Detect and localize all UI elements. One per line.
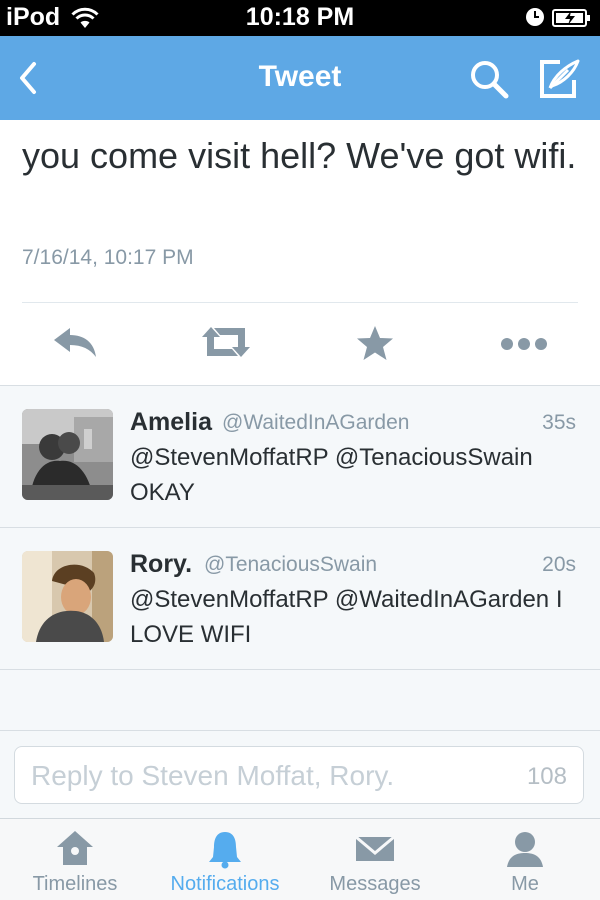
replies-list: Amelia @WaitedInAGarden 35s @StevenMoffa… [0,385,600,730]
tab-label: Timelines [32,873,118,895]
reply-item[interactable]: Rory. @TenaciousSwain 20s @StevenMoffatR… [0,528,600,670]
retweet-icon[interactable] [200,325,252,364]
reply-compose-bar: Reply to Steven Moffat, Rory. 108 [0,730,600,818]
reply-author-handle[interactable]: @TenaciousSwain [204,553,377,577]
character-counter: 108 [526,763,567,790]
tweet-text: you come visit hell? We've got wifi. [22,135,577,176]
tab-timelines[interactable]: Timelines [0,819,150,900]
battery-icon [552,8,592,33]
reply-text: @StevenMoffatRP @TenaciousSwain OKAY [130,444,533,506]
status-bar: iPod 10:18 PM [0,0,600,36]
compose-tweet-icon[interactable] [538,58,582,105]
divider [22,302,578,303]
avatar[interactable] [22,551,113,642]
reply-time-ago: 20s [542,553,576,576]
bell-icon [205,829,245,874]
favorite-star-icon[interactable] [356,325,394,366]
tab-label: Notifications [170,873,280,895]
tweet-timestamp: 7/16/14, 10:17 PM [22,246,194,269]
reply-icon[interactable] [52,325,98,364]
tab-label: Messages [329,873,421,895]
tab-bar: Timelines Notifications Messages Me [0,818,600,900]
tab-label: Me [511,873,539,895]
avatar[interactable] [22,409,113,500]
reply-author-name[interactable]: Rory. [130,550,192,579]
reply-author-name[interactable]: Amelia [130,408,212,437]
reply-time-ago: 35s [542,411,576,434]
person-icon [505,829,545,874]
tab-messages[interactable]: Messages [300,819,450,900]
reply-text: @StevenMoffatRP @WaitedInAGarden I LOVE … [130,586,563,648]
navigation-bar: Tweet [0,36,600,120]
clock-time: 10:18 PM [245,3,355,31]
reply-author-handle[interactable]: @WaitedInAGarden [222,411,409,435]
reply-item[interactable]: Amelia @WaitedInAGarden 35s @StevenMoffa… [0,386,600,528]
search-icon[interactable] [468,58,510,105]
main-tweet: you come visit hell? We've got wifi. 7/1… [0,120,600,385]
reply-input[interactable]: Reply to Steven Moffat, Rory. 108 [14,746,584,804]
tab-notifications[interactable]: Notifications [150,819,300,900]
envelope-icon [354,829,396,874]
page-title: Tweet [258,60,342,93]
tab-me[interactable]: Me [450,819,600,900]
home-icon [55,829,95,874]
alarm-clock-icon [525,7,545,32]
tweet-detail-screen: iPod 10:18 PM Tweet you come visit hell?… [0,0,600,900]
more-options-icon[interactable] [500,325,548,366]
reply-placeholder: Reply to Steven Moffat, Rory. [31,760,395,791]
